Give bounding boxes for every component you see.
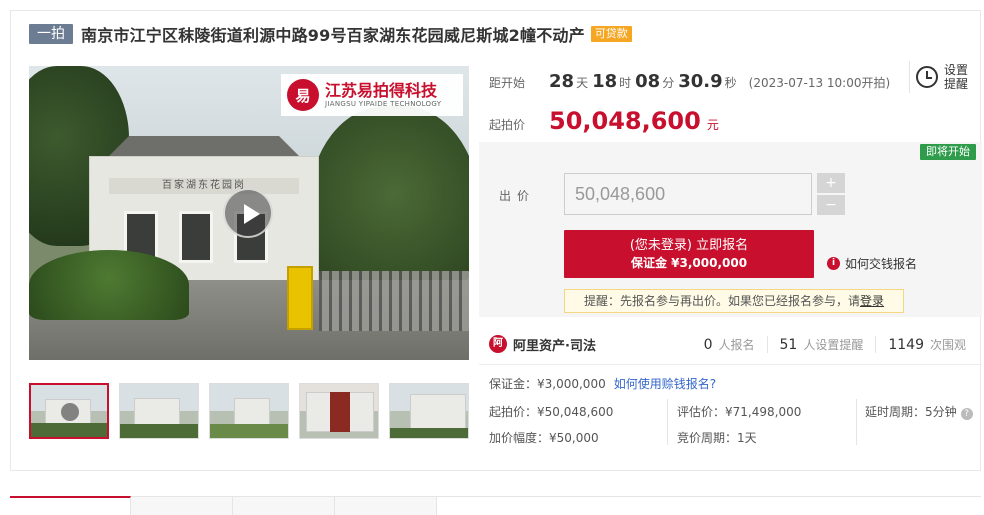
bid-amount-input[interactable]: 50,048,600 (564, 173, 812, 215)
thumb-door (330, 392, 350, 432)
auction-page: 一拍 南京市江宁区秣陵街道利源中路99号百家湖东花园威尼斯城2幢不动产 可贷款 … (0, 0, 984, 515)
image-guard-booth (287, 266, 313, 330)
thumbnail[interactable] (389, 383, 469, 439)
ali-assets-logo: 阿 (489, 335, 507, 353)
stat-number: 0 (703, 336, 713, 353)
thumb-ground (210, 424, 288, 438)
countdown-days: 28 (549, 71, 575, 92)
how-to-pay-link[interactable]: i 如何交钱报名 (827, 255, 917, 272)
stat-unit: 次围观 (929, 337, 966, 352)
start-price-detail: 起拍价：¥50,048,600 (489, 405, 614, 419)
bid-stepper: + − (817, 173, 845, 215)
stat-signups: 0 人报名 (692, 336, 767, 353)
countdown: 距开始 28 天 18 时 08 分 30.9 秒 (2023-07-13 10… (489, 71, 890, 97)
stat-views: 1149 次围观 (875, 335, 978, 353)
thumb-ground (390, 428, 468, 438)
credit-signup-link[interactable]: 如何使用赊钱报名? (614, 375, 716, 392)
platform-row: 阿 阿里资产·司法 0 人报名 51 人设置提醒 1149 次围观 (489, 331, 982, 357)
signup-main-label: (您未登录) 立即报名 (629, 238, 749, 253)
thumbnail[interactable] (299, 383, 379, 439)
page-title: 南京市江宁区秣陵街道利源中路99号百家湖东花园威尼斯城2幢不动产 (81, 26, 585, 45)
stat-reminders: 51 人设置提醒 (766, 335, 876, 353)
tab-2[interactable] (131, 497, 233, 515)
image-hedge (29, 250, 189, 320)
image-building-sign: 百家湖东花园岗 (109, 178, 299, 194)
thumbnail[interactable] (29, 383, 109, 439)
stat-unit: 人报名 (718, 337, 755, 352)
stat-unit: 人设置提醒 (803, 337, 864, 352)
watermark-cn: 江苏易拍得科技 (325, 80, 438, 100)
appraisal-price: 评估价：¥71,498,000 (677, 405, 802, 419)
bid-panel: 即将开始 出价 50,048,600 + − (您未登录) 立即报名 保证金 ¥… (479, 142, 982, 317)
countdown-label: 距开始 (489, 76, 526, 90)
tab-1[interactable] (10, 496, 131, 515)
bid-period: 竞价周期：1天 (677, 431, 757, 445)
thumbnail[interactable] (209, 383, 289, 439)
alarm-clock-icon (916, 66, 938, 88)
divider (856, 399, 857, 445)
image-window (179, 211, 213, 263)
signup-deposit-label: 保证金 ¥3,000,000 (630, 256, 748, 270)
days-unit: 天 (576, 76, 589, 90)
watermark-en: JIANGSU YIPAIDE TECHNOLOGY (325, 99, 442, 108)
deposit-value: 保证金：¥3,000,000 (489, 377, 606, 391)
countdown-hours: 18 (592, 71, 618, 92)
stat-number: 1149 (888, 336, 924, 353)
seconds-unit: 秒 (724, 76, 737, 90)
delay-period: 延时周期：5分钟? (865, 403, 973, 420)
info-icon: i (827, 257, 840, 270)
thumbnail[interactable] (119, 383, 199, 439)
stat-number: 51 (779, 336, 798, 353)
delay-period-label: 延时周期：5分钟 (865, 405, 957, 419)
deposit-row: 保证金：¥3,000,000 如何使用赊钱报名? (489, 375, 716, 392)
login-link[interactable]: 登录 (860, 294, 884, 308)
decrease-button[interactable]: − (817, 195, 845, 215)
loan-badge: 可贷款 (590, 26, 632, 42)
image-gate (319, 271, 469, 331)
platform-name: 阿里资产·司法 (513, 338, 596, 354)
thumb-ground (31, 423, 107, 437)
start-price-unit: 元 (706, 118, 719, 132)
start-price-row: 起拍价 50,048,600 元 (489, 107, 719, 137)
divider (667, 399, 668, 445)
help-icon[interactable]: ? (960, 408, 973, 420)
watermark-logo: 易 (287, 79, 319, 111)
thumb-ground (120, 424, 198, 438)
start-time: (2023-07-13 10:00开拍) (748, 76, 891, 90)
thumb-play-icon (61, 403, 79, 421)
countdown-minutes: 08 (635, 71, 661, 92)
countdown-seconds: 30.9 (678, 71, 723, 92)
start-price-value: 50,048,600 (549, 107, 701, 135)
title-row: 一拍 南京市江宁区秣陵街道利源中路99号百家湖东花园威尼斯城2幢不动产 可贷款 (29, 23, 632, 45)
auction-round-tag: 一拍 (29, 24, 73, 44)
thumb-building (410, 394, 466, 432)
main-image-video[interactable]: 百家湖东花园岗 易 江苏易拍得科技 JIANGSU YIPAIDE TECHNO… (29, 66, 469, 360)
set-reminder-button[interactable]: 设置提醒 (916, 63, 972, 91)
detail-tabs (10, 496, 981, 515)
login-tip: 提醒：先报名参与再出价。如果您已经报名参与，请登录 (564, 289, 904, 313)
stats: 0 人报名 51 人设置提醒 1149 次围观 (692, 331, 978, 357)
signup-button[interactable]: (您未登录) 立即报名 保证金 ¥3,000,000 (564, 230, 814, 278)
tab-4[interactable] (335, 497, 437, 515)
watermark-text: 江苏易拍得科技 JIANGSU YIPAIDE TECHNOLOGY (325, 80, 442, 109)
status-badge: 即将开始 (920, 144, 976, 160)
bid-increment: 加价幅度：¥50,000 (489, 431, 599, 445)
thumbnail-strip (29, 383, 469, 439)
tip-text: 提醒：先报名参与再出价。如果您已经报名参与，请 (583, 294, 860, 308)
reminder-label: 设置提醒 (944, 63, 969, 91)
hours-unit: 时 (619, 76, 632, 90)
minutes-unit: 分 (662, 76, 675, 90)
divider (909, 61, 910, 93)
auction-card: 一拍 南京市江宁区秣陵街道利源中路99号百家湖东花园威尼斯城2幢不动产 可贷款 … (10, 10, 982, 471)
start-price-label: 起拍价 (489, 118, 526, 132)
how-to-pay-label: 如何交钱报名 (845, 257, 918, 271)
bid-label: 出价 (499, 189, 536, 203)
divider (479, 364, 982, 365)
increase-button[interactable]: + (817, 173, 845, 193)
watermark: 易 江苏易拍得科技 JIANGSU YIPAIDE TECHNOLOGY (281, 74, 463, 116)
tab-3[interactable] (233, 497, 335, 515)
play-icon[interactable] (223, 188, 273, 238)
